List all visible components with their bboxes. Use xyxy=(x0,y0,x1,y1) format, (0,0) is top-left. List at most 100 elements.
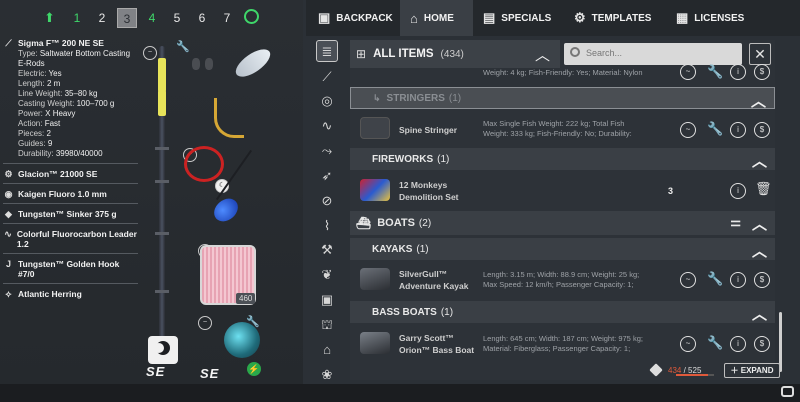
garage-category-icon[interactable]: ⌂ xyxy=(316,339,338,361)
reel-icon: ⚙ xyxy=(4,169,13,179)
rod-slot-tab[interactable]: 1 xyxy=(67,8,87,28)
condition-icon[interactable]: ~ xyxy=(680,122,696,138)
boats-category-icon[interactable]: ⛫ xyxy=(316,314,338,336)
rod-slot-tab[interactable]: 5 xyxy=(167,8,187,28)
search-icon xyxy=(570,47,580,57)
bait-category-icon[interactable]: ❦ xyxy=(316,264,338,286)
bait-fish-image[interactable] xyxy=(231,44,275,82)
tab-templates[interactable]: ⚙ TEMPLATES xyxy=(564,0,666,36)
list-item[interactable]: SilverGull™ Adventure Kayak Length: 3.15… xyxy=(350,262,775,298)
storage-bar xyxy=(676,374,714,376)
equipment-line[interactable]: ◉ Kaigen Fluoro 1.0 mm xyxy=(3,189,138,199)
rod-highlight xyxy=(158,58,166,92)
fireworks-header[interactable]: FIREWORKS (1) ︿ xyxy=(350,148,775,170)
info-icon[interactable]: i xyxy=(730,272,746,288)
chevron-up-icon[interactable]: ︿ xyxy=(752,303,767,324)
wrench-icon[interactable]: 🔧 xyxy=(707,121,723,137)
floats-category-icon[interactable]: ⊘ xyxy=(316,190,338,212)
rods-category-icon[interactable]: ⟋ xyxy=(316,66,338,88)
chevron-up-icon[interactable]: ︿ xyxy=(535,44,550,65)
footer-bar xyxy=(0,384,800,402)
wrench-icon[interactable]: 🔧 xyxy=(707,335,723,351)
condition-icon[interactable]: ~ xyxy=(680,64,696,80)
tab-backpack[interactable]: ▣ BACKPACK xyxy=(306,0,400,36)
sell-icon[interactable]: $ xyxy=(754,272,770,288)
tab-home[interactable]: ⌂ HOME xyxy=(400,0,473,36)
condition-icon[interactable]: ~ xyxy=(680,272,696,288)
close-button[interactable]: ✕ xyxy=(749,43,771,65)
list-item[interactable]: Spine Stringer Max Single Fish Weight: 2… xyxy=(350,112,775,148)
bass-boats-header[interactable]: BASS BOATS (1) ︿ xyxy=(350,301,775,323)
rod-title[interactable]: ⟋ Sigma F™ 200 NE SE xyxy=(3,38,138,49)
equipment-sinker[interactable]: ◆ Tungsten™ Sinker 375 g xyxy=(3,209,138,219)
info-icon[interactable]: i xyxy=(730,64,746,80)
templates-icon: ⚙ xyxy=(574,10,586,25)
divider xyxy=(3,163,138,164)
boats-header[interactable]: ⛴ BOATS (2) ⚌ ︿ xyxy=(350,211,775,235)
top-nav: ▣ BACKPACK ⌂ HOME ▤ SPECIALS ⚙ TEMPLATES… xyxy=(306,0,800,36)
sliders-icon[interactable]: ⚌ xyxy=(730,215,741,229)
list-item[interactable]: Garry Scott™ Orion™ Bass Boat Length: 64… xyxy=(350,326,775,362)
chevron-up-icon[interactable]: ︿ xyxy=(752,240,767,261)
hooks-category-icon[interactable]: ⌇ xyxy=(316,215,338,237)
sell-icon[interactable]: $ xyxy=(754,336,770,352)
bag-category-icon[interactable]: ▣ xyxy=(316,289,338,311)
equipment-reel[interactable]: ⚙ Glacion™ 21000 SE xyxy=(3,169,138,179)
chat-icon[interactable] xyxy=(781,386,794,397)
info-icon[interactable]: i xyxy=(730,183,746,199)
leader-image[interactable] xyxy=(184,146,224,182)
reel-image[interactable] xyxy=(224,322,260,358)
leaders-category-icon[interactable]: ⤳ xyxy=(316,140,338,162)
tab-licenses[interactable]: ▦ LICENSES xyxy=(666,0,766,36)
trash-icon[interactable]: 🗑 xyxy=(755,181,772,197)
all-items-icon[interactable]: ≣ xyxy=(316,40,338,62)
equipment-leader[interactable]: ∿ Colorful Fluorocarbon Leader 1.2 xyxy=(3,229,138,249)
lures-category-icon[interactable]: ➶ xyxy=(316,165,338,187)
hook-icon: J xyxy=(5,259,11,269)
rod-slot-tab[interactable]: 6 xyxy=(192,8,212,28)
chevron-up-icon[interactable]: ︿ xyxy=(752,213,767,234)
tools-category-icon[interactable]: ⚒ xyxy=(316,239,338,261)
float-image[interactable] xyxy=(209,193,243,227)
spec-line: Length: 2 m xyxy=(18,79,61,88)
info-icon[interactable]: i xyxy=(730,122,746,138)
expand-button[interactable]: ＋ EXPAND xyxy=(724,363,780,378)
hook-image[interactable] xyxy=(214,98,244,138)
condition-icon[interactable]: ~ xyxy=(680,336,696,352)
all-items-header[interactable]: ⊞ ALL ITEMS (434) ︿ xyxy=(350,40,560,68)
chevron-up-icon[interactable]: ︿ xyxy=(751,90,766,111)
misc-category-icon[interactable]: ❀ xyxy=(316,364,338,386)
list-item[interactable]: Weight: 4 kg; Fish-Friendly: Yes; Materi… xyxy=(350,64,775,84)
equipment-bait[interactable]: ⟡ Atlantic Herring xyxy=(3,289,138,299)
wrench-icon[interactable]: 🔧 xyxy=(707,64,723,80)
sell-icon[interactable]: $ xyxy=(754,64,770,80)
globe-icon[interactable] xyxy=(244,9,259,24)
kayaks-header[interactable]: KAYAKS (1) ︿ xyxy=(350,238,775,260)
leader-icon: ∿ xyxy=(4,229,12,239)
rod-slot-tab[interactable]: 4 xyxy=(142,8,162,28)
stringers-header[interactable]: ↳ STRINGERS (1) ︿ xyxy=(350,87,775,111)
spec-line: Casting Weight: 100–700 g xyxy=(18,99,115,108)
rod-brand-text: SE xyxy=(146,364,166,379)
tab-specials[interactable]: ▤ SPECIALS xyxy=(473,0,564,36)
equipment-hook[interactable]: J Tungsten™ Golden Hook #7/0 xyxy=(3,259,138,279)
reel-condition-icon: ~ xyxy=(198,316,212,330)
info-icon[interactable]: i xyxy=(730,336,746,352)
wrench-icon[interactable]: 🔧 xyxy=(176,40,190,53)
reels-category-icon[interactable]: ◎ xyxy=(316,90,338,112)
rod-slot-tab[interactable]: 2 xyxy=(92,8,112,28)
line-icon: ◉ xyxy=(4,189,13,199)
rod-slot-tab-selected[interactable]: 3 xyxy=(117,8,137,28)
quantity: 3 xyxy=(668,186,674,196)
sinker-image[interactable] xyxy=(190,48,216,78)
lines-category-icon[interactable]: ∿ xyxy=(316,115,338,137)
wrench-icon[interactable]: 🔧 xyxy=(707,271,723,287)
rod-name: Sigma F™ 200 NE SE xyxy=(18,38,104,48)
rod-slot-tab[interactable]: 7 xyxy=(217,8,237,28)
search-input[interactable]: Search... xyxy=(564,43,742,65)
sell-icon[interactable]: $ xyxy=(754,122,770,138)
bait-icon: ⟡ xyxy=(5,289,12,299)
rod-icon: ⟋ xyxy=(5,38,12,48)
list-item[interactable]: 12 Monkeys Demolition Set 3 i 🗑 xyxy=(350,173,775,209)
chevron-up-icon[interactable]: ︿ xyxy=(752,150,767,171)
